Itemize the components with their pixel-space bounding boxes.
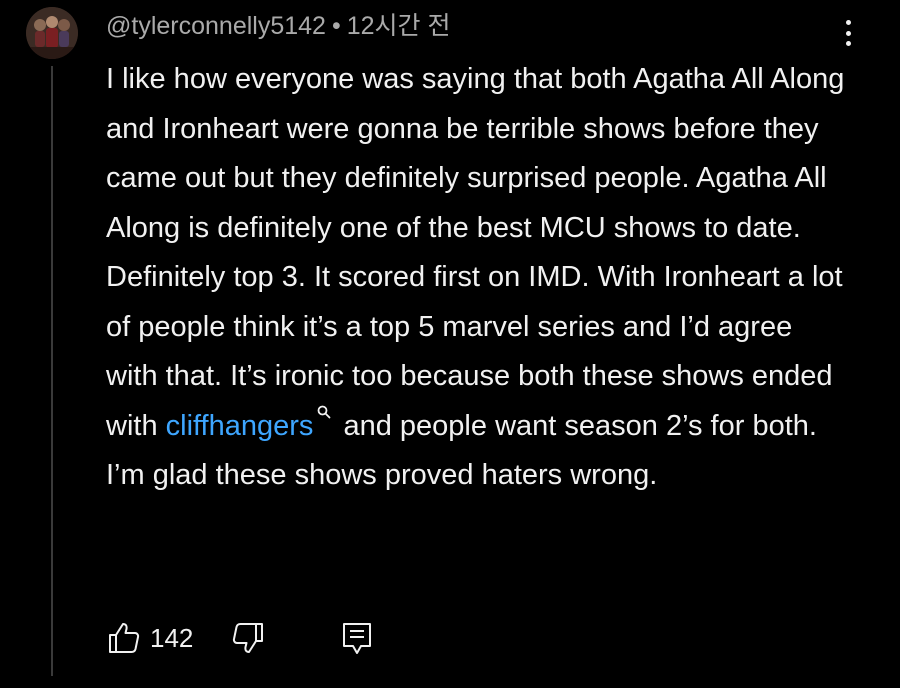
like-count: 142 bbox=[150, 623, 194, 653]
reply-button[interactable] bbox=[339, 620, 375, 656]
comment-header: @tylerconnelly5142 • 12시간 전 bbox=[106, 10, 450, 42]
thumbs-down-icon bbox=[232, 623, 263, 653]
avatar-image bbox=[26, 7, 78, 59]
thread-line bbox=[51, 66, 53, 676]
more-vertical-icon bbox=[845, 20, 851, 25]
avatar[interactable] bbox=[26, 7, 78, 59]
author-name[interactable]: @tylerconnelly5142 bbox=[106, 12, 326, 40]
comment-timestamp[interactable]: 12시간 전 bbox=[347, 12, 451, 40]
search-link[interactable]: cliffhangers bbox=[166, 405, 336, 442]
search-link-text[interactable]: cliffhangers bbox=[166, 410, 314, 442]
search-icon bbox=[318, 405, 331, 418]
more-options-button[interactable] bbox=[836, 16, 860, 50]
comment-text: I like how everyone was saying that both… bbox=[106, 55, 851, 501]
reply-icon bbox=[343, 623, 371, 654]
dislike-button[interactable] bbox=[230, 620, 266, 656]
thumbs-up-icon bbox=[109, 623, 140, 653]
like-button[interactable] bbox=[106, 620, 142, 656]
meta-separator: • bbox=[331, 12, 341, 40]
comment-text-part: I like how everyone was saying that both… bbox=[106, 63, 845, 442]
